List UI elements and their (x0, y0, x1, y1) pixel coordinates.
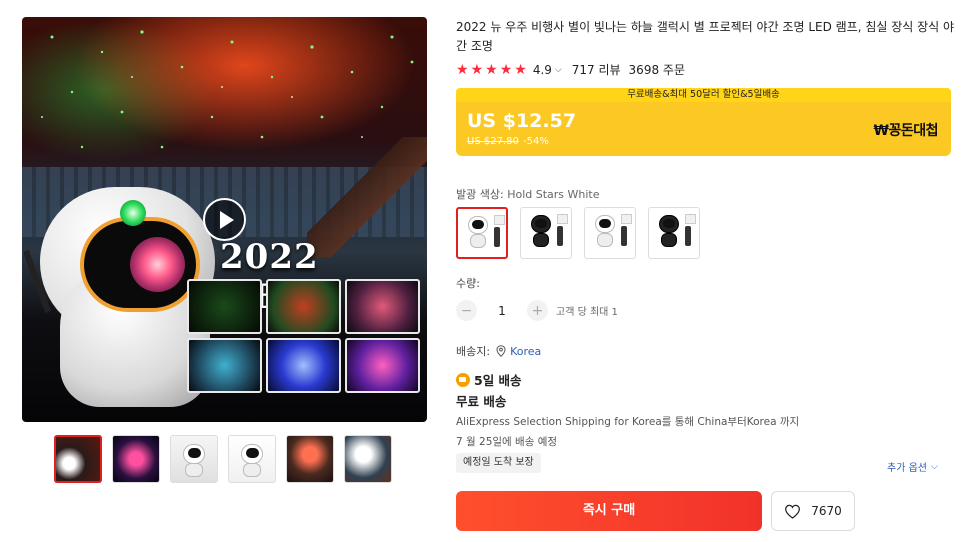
original-price: US $27.80 (467, 136, 519, 147)
thumbnail-4[interactable] (228, 435, 276, 483)
thumbnail-2[interactable] (112, 435, 160, 483)
delivery-days: 5일 배송 (474, 373, 522, 388)
effect-tile-pink-nebula (345, 279, 420, 334)
star-icon: ★ (470, 61, 484, 78)
more-options-label: 추가 옵션 (887, 463, 927, 474)
quantity-value[interactable]: 1 (477, 304, 527, 318)
swatch-option-2[interactable] (520, 207, 572, 259)
product-title: 2022 뉴 우주 비행사 별이 빛나는 하늘 갤럭시 별 프로젝터 야간 조명… (456, 20, 955, 53)
ship-to-row: 배송지: Korea (456, 343, 541, 359)
package-icon (621, 214, 632, 224)
quantity-increase-button[interactable]: + (527, 300, 548, 321)
wishlist-button[interactable]: 7670 (771, 491, 855, 531)
quantity-decrease-button[interactable]: − (456, 300, 477, 321)
fast-delivery-icon (456, 372, 470, 387)
ship-to-country[interactable]: Korea (510, 345, 541, 358)
free-shipping-label: 무료 배송 (456, 394, 507, 409)
location-pin-icon (496, 345, 506, 357)
effect-tile-purple-nebula (345, 338, 420, 393)
remote-icon (685, 226, 691, 246)
remote-icon (621, 226, 627, 246)
color-option-label: 발광 색상: Hold Stars White (456, 186, 600, 202)
color-swatches (456, 207, 700, 259)
chevron-down-icon[interactable]: ⌵ (555, 65, 562, 75)
shipping-description: AliExpress Selection Shipping for Korea를… (456, 416, 800, 428)
video-play-button[interactable] (203, 198, 246, 241)
package-icon (685, 214, 696, 224)
remote-icon (494, 227, 500, 247)
green-laser-light (120, 200, 146, 226)
on-time-guarantee-badge: 예정일 도착 보장 (456, 453, 541, 473)
thumbnail-6[interactable] (344, 435, 392, 483)
swatch-hold-stars-white[interactable] (456, 207, 508, 259)
play-icon (219, 210, 234, 229)
quantity-label: 수량: (456, 277, 480, 290)
price-box: US $12.57 US $27.80 -54% ₩꽁돈대첩 (456, 102, 951, 156)
thumbnail-3[interactable] (170, 435, 218, 483)
review-count[interactable]: 717 리뷰 (572, 61, 621, 78)
wishlist-count: 7670 (811, 504, 842, 518)
main-product-image[interactable]: 2022 NEW (22, 17, 427, 422)
effect-tiles (187, 279, 422, 393)
swatch-option-4[interactable] (648, 207, 700, 259)
effect-tile-red-nebula (266, 279, 341, 334)
estimated-delivery-date: 7 월 25일에 배송 예정 (456, 436, 558, 448)
package-icon (557, 214, 568, 224)
color-selected-value: Hold Stars White (507, 188, 600, 201)
more-shipping-options-link[interactable]: 추가 옵션 ⌵ (887, 459, 938, 475)
astronaut-thumbnail (171, 436, 217, 482)
delivery-speed: 5일 배송 (456, 370, 522, 389)
visor-projection-glow (130, 237, 185, 292)
quantity-stepper: − 1 + 고객 당 최대 1 (456, 300, 618, 321)
thumbnail-5[interactable] (286, 435, 334, 483)
rating-row: ★ ★ ★ ★ ★ 4.9 ⌵ 717 리뷰 3698 주문 (456, 61, 685, 78)
star-icon: ★ (456, 61, 469, 78)
remote-icon (557, 226, 563, 246)
thumbnail-strip (54, 435, 392, 483)
swatch-option-3[interactable] (584, 207, 636, 259)
astronaut-thumbnail (229, 436, 275, 482)
promo-banner: 무료배송&최대 50달러 할인&5일배송 (456, 88, 951, 102)
deal-event-logo: ₩꽁돈대첩 (873, 123, 939, 139)
effect-tile-blue-nebula (266, 338, 341, 393)
discount-percent: -54% (523, 136, 549, 147)
chevron-down-icon: ⌵ (930, 461, 938, 472)
buy-now-button[interactable]: 즉시 구매 (456, 491, 762, 531)
order-count: 3698 주문 (628, 63, 685, 77)
rating-value[interactable]: 4.9 (533, 63, 552, 77)
ship-to-label: 배송지: (456, 345, 491, 358)
package-icon (494, 215, 505, 225)
color-label-text: 발광 색상: (456, 188, 504, 201)
effect-tile-cyan-nebula (187, 338, 262, 393)
heart-icon (785, 504, 801, 519)
star-icon: ★ (485, 61, 498, 78)
current-price: US $12.57 (467, 110, 577, 132)
star-icon: ★ (514, 61, 527, 78)
effect-tile-green-stars (187, 279, 262, 334)
star-icon: ★ (499, 61, 513, 78)
thumbnail-1[interactable] (54, 435, 102, 483)
rating-stars: ★ ★ ★ ★ ★ (456, 63, 527, 77)
quantity-limit-note: 고객 당 최대 1 (556, 307, 618, 318)
